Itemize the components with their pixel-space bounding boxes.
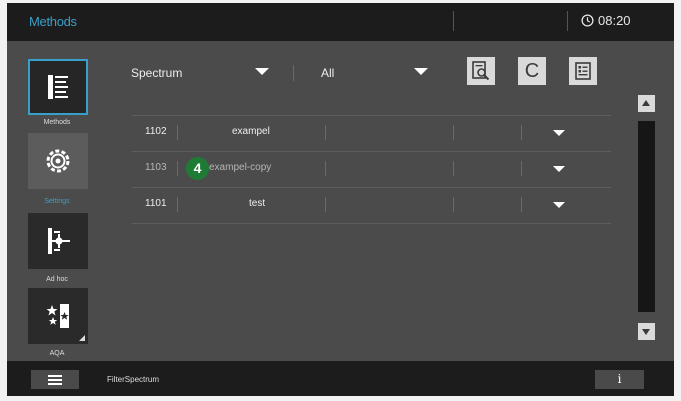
column-divider xyxy=(177,125,178,140)
sidebar-item-label: Ad hoc xyxy=(46,276,68,283)
filter-divider xyxy=(293,65,294,81)
scrollbar-track[interactable] xyxy=(638,121,655,312)
sidebar-item-label: Methods xyxy=(43,119,71,126)
arrow-up-icon xyxy=(642,100,650,106)
column-divider xyxy=(325,161,326,176)
callout-badge: 4 xyxy=(186,157,209,180)
info-button[interactable]: i xyxy=(595,370,644,389)
column-divider xyxy=(521,197,522,212)
column-divider xyxy=(453,197,454,212)
sidebar: Methods Settings Ad hoc AQA xyxy=(7,41,107,361)
sidebar-item-methods[interactable] xyxy=(28,59,88,115)
scope-filter-value[interactable]: All xyxy=(321,66,334,80)
submenu-corner-icon xyxy=(79,335,85,341)
arrow-down-icon xyxy=(642,329,650,335)
clock: 08:20 xyxy=(581,13,631,28)
method-id: 1101 xyxy=(145,198,167,209)
row-dropdown-icon[interactable] xyxy=(553,166,565,172)
instrument-screen: Methods 08:20 Methods Settings Ad hoc AQ… xyxy=(7,3,674,396)
header-divider xyxy=(567,11,568,31)
page-title: Methods xyxy=(29,14,77,29)
table-row[interactable]: 1101 test xyxy=(132,187,611,224)
status-text: FilterSpectrum xyxy=(107,375,160,384)
search-document-button[interactable] xyxy=(467,57,495,85)
menu-button[interactable] xyxy=(31,370,79,389)
scroll-up-button[interactable] xyxy=(638,95,655,112)
search-document-icon xyxy=(472,61,490,81)
sidebar-item-settings[interactable] xyxy=(28,133,88,189)
column-divider xyxy=(325,197,326,212)
type-filter-value[interactable]: Spectrum xyxy=(131,66,182,80)
row-dropdown-icon[interactable] xyxy=(553,130,565,136)
method-name: test xyxy=(249,198,266,209)
edit-list-icon xyxy=(575,62,591,80)
sidebar-item-label: Settings xyxy=(44,198,70,205)
c-button[interactable]: C xyxy=(518,57,546,85)
aqa-icon xyxy=(46,304,69,328)
clock-icon xyxy=(581,14,594,27)
bottom-bar: FilterSpectrum i xyxy=(7,361,674,396)
c-icon: C xyxy=(524,60,540,82)
column-divider xyxy=(325,125,326,140)
header-divider xyxy=(453,11,454,31)
column-divider xyxy=(521,161,522,176)
gear-icon xyxy=(46,149,70,173)
scope-filter-dropdown-icon[interactable] xyxy=(414,68,428,75)
methods-list-icon xyxy=(48,75,68,99)
column-divider xyxy=(453,161,454,176)
clock-time: 08:20 xyxy=(598,13,631,28)
sidebar-item-label: AQA xyxy=(49,350,65,357)
ad-hoc-icon xyxy=(48,228,70,254)
sidebar-item-ad-hoc[interactable] xyxy=(28,213,88,269)
type-filter-dropdown-icon[interactable] xyxy=(255,68,269,75)
row-dropdown-icon[interactable] xyxy=(553,202,565,208)
column-divider xyxy=(177,161,178,176)
column-divider xyxy=(453,125,454,140)
table-row[interactable]: 1102 exampel xyxy=(132,115,611,151)
scroll-down-button[interactable] xyxy=(638,323,655,340)
edit-list-button[interactable] xyxy=(569,57,597,85)
method-id: 1102 xyxy=(145,126,167,137)
column-divider xyxy=(521,125,522,140)
method-name: exampel xyxy=(232,126,270,137)
top-bar: Methods 08:20 xyxy=(7,3,674,41)
sidebar-item-aqa[interactable] xyxy=(28,288,88,344)
method-name: exampel-copy xyxy=(209,162,272,173)
column-divider xyxy=(177,197,178,212)
method-id: 1103 xyxy=(145,162,167,173)
